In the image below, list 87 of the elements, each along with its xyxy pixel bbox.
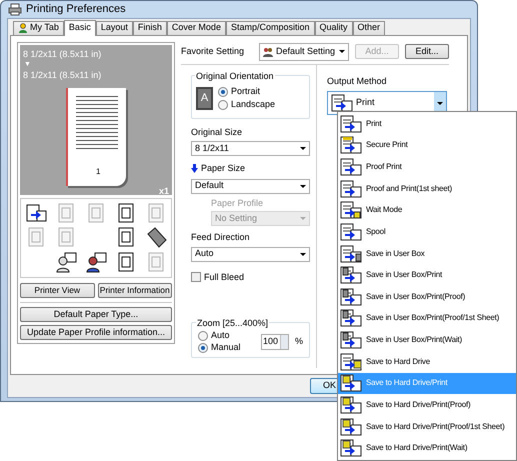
copies-count: x1 [158,186,169,196]
zoom-unit: % [294,334,303,348]
window-title: Printing Preferences [26,2,126,17]
checkbox-label: Full Bleed [204,270,244,284]
printer-arrow-icon [340,114,362,133]
group-title: Original Orientation [195,70,275,83]
ok-button[interactable]: OK [310,378,337,394]
button[interactable]: Printer Information [98,282,172,298]
field-label: Paper Profile [211,196,264,210]
orientation-preview: A [196,87,213,110]
box-arrow-icon [340,288,362,306]
output-method-option[interactable]: Save in User Box [338,242,516,264]
output-method-option[interactable]: Spool [338,221,516,243]
folded-sheet-icon[interactable] [145,226,167,248]
output-method-option[interactable]: Save to Hard Drive/Print(Wait) [338,437,516,459]
tab[interactable]: My Tab [13,20,64,34]
output-method-option[interactable]: Proof Print [338,156,516,178]
dropdown-caret-icon [300,217,306,220]
checkbox[interactable] [191,272,201,282]
output-method-option[interactable]: Secure Print [338,134,516,156]
radio-label: Portrait [231,85,260,98]
button[interactable]: Default Paper Type... [20,306,172,322]
tab[interactable]: Other [352,20,386,34]
users-monitor-icon[interactable] [85,251,107,274]
output-method-option[interactable]: Save to Hard Drive/Print(Proof/1st Sheet) [338,416,516,438]
field-label: Paper Size [201,162,246,175]
radio-button[interactable] [218,87,228,97]
tab[interactable]: Finish [132,20,167,34]
box-arrow-icon [340,309,362,328]
spool-arrow-icon [340,222,362,241]
user-icon [18,23,28,33]
radio-label: Landscape [231,98,276,112]
cube-arrow-icon [340,374,362,392]
output-size-text: 8 1/2x11 (8.5x11 in) [23,69,102,82]
box-arrow-icon [340,331,362,350]
printer-arrow-icon [340,180,362,198]
printer-key-icon [340,136,362,154]
dropdown-caret-icon [300,147,306,150]
original-size-select[interactable]: 8 1/2x11 [191,141,310,156]
button[interactable]: Edit... [405,44,449,59]
field-label: Original Size [191,126,244,139]
output-method-option[interactable]: Save in User Box/Print(Proof) [338,286,516,308]
tab[interactable]: Cover Mode [166,20,226,34]
tab[interactable]: Stamp/Composition [226,20,314,34]
radio-button[interactable] [198,330,208,340]
box-arrow-icon [340,266,362,284]
dropdown-caret-icon [339,50,345,53]
cube-arrow-icon [340,418,362,436]
favorite-setting-select[interactable]: Default Setting [259,42,349,60]
printer-cube-icon [340,352,362,371]
dropdown-caret-icon [300,184,306,188]
printer-pause-icon [340,201,362,220]
group-title: Zoom [25...400%] [196,317,270,330]
original-size-text: 8 1/2x11 (8.5x11 in) [23,48,102,61]
radio-button[interactable] [198,342,208,352]
radio-button[interactable] [218,100,228,110]
arrow-down-icon [191,164,198,174]
printer-box-icon [340,244,362,263]
feed-direction-select[interactable]: Auto [191,246,310,262]
output-method-option[interactable]: Save in User Box/Print(Proof/1st Sheet) [338,308,516,330]
output-method-option[interactable]: Wait Mode [338,200,516,222]
output-method-option[interactable]: Save in User Box/Print(Wait) [338,329,516,351]
cube-arrow-icon [340,439,362,458]
radio-label: Manual [211,340,241,354]
paper-size-select[interactable]: Default [191,178,310,194]
button[interactable]: Printer View [20,282,94,298]
output-method-option[interactable]: Save in User Box/Print [338,264,516,286]
cube-arrow-icon [340,396,362,414]
radio-label: Auto [211,328,230,342]
tab[interactable]: Layout [96,20,133,34]
field-label: Output Method [327,74,388,88]
printer-icon [8,2,22,16]
zoom-spinner[interactable]: 100 [260,334,289,350]
output-method-option[interactable]: Save to Hard Drive [338,350,516,372]
button[interactable]: Update Paper Profile information... [20,324,172,340]
users-icon [263,46,273,56]
printer-arrow-icon [340,158,362,176]
user-monitor-icon[interactable] [55,251,77,274]
output-method-option[interactable]: Save to Hard Drive/Print(Proof) [338,394,516,416]
printer-arrow-icon[interactable] [25,202,47,224]
tab[interactable]: Basic [64,20,96,36]
favorite-setting-label: Favorite Setting [181,44,246,58]
field-label: Feed Direction [191,231,251,244]
dropdown-caret-icon [300,252,306,256]
output-method-option[interactable]: Proof and Print(1st sheet) [338,178,516,200]
output-method-option[interactable]: Print [338,113,516,135]
tab[interactable]: Quality [314,20,353,34]
